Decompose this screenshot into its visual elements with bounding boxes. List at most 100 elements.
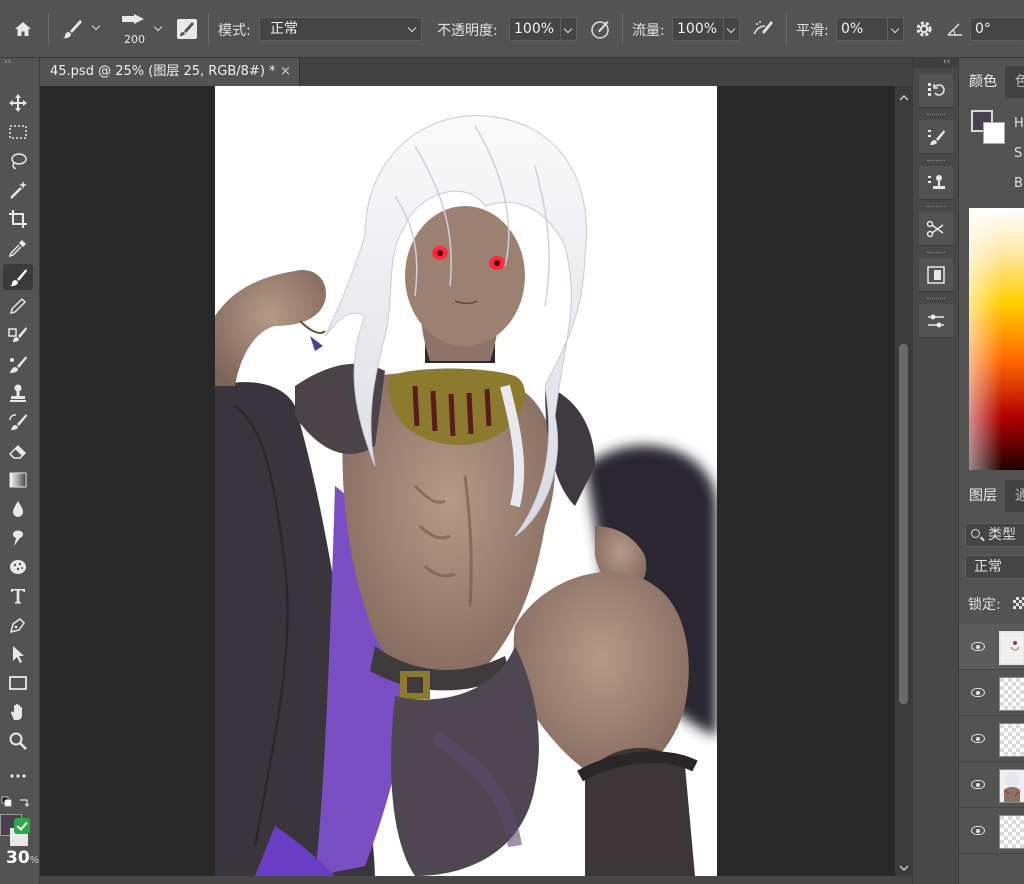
grip-divider [927,298,945,301]
tool-presets-panel-button[interactable] [919,212,953,246]
close-tab-button[interactable]: × [280,58,291,86]
eraser-tool[interactable] [3,438,33,464]
angle-input[interactable]: 0° [970,17,1024,41]
home-icon [15,22,31,36]
history-brush-tool[interactable] [3,409,33,435]
tab-swatches-label: 色 [1015,74,1024,90]
document-tab-title: 45.psd @ 25% (图层 25, RGB/8#) * [50,64,276,79]
artwork-illustration [215,86,717,876]
divider [786,14,787,44]
opacity-dropdown[interactable] [561,17,577,41]
layer-row[interactable] [959,624,1024,670]
default-colors-icon[interactable] [1,796,13,808]
layer-filter-select[interactable]: 类型 [965,523,1024,547]
flow-dropdown[interactable] [724,17,740,41]
brush-size-value: 200 [124,33,145,46]
flow-input[interactable]: 100% [672,17,724,41]
gear-icon [916,21,932,37]
layer-comps-panel-button[interactable] [919,258,953,292]
magic-wand-tool[interactable] [3,177,33,203]
layer-row[interactable] [959,716,1024,762]
vertical-scrollbar[interactable] [895,86,912,876]
rectangle-tool[interactable] [3,670,33,696]
opacity-input[interactable]: 100% [509,17,561,41]
tools-panel: ›› [0,58,40,884]
history-panel-button[interactable] [919,74,953,108]
swap-colors-icon[interactable] [18,796,30,808]
visibility-eye-icon[interactable] [971,734,985,743]
layer-blend-mode-value: 正常 [974,559,1002,575]
brush-size-picker[interactable]: 200 [118,10,164,48]
adjustments-panel-button[interactable] [919,304,953,338]
angle-icon-wrap [946,20,966,38]
airbrush-icon [753,21,773,35]
layer-row[interactable] [959,762,1024,808]
collapse-dock-button[interactable]: ‹‹ [913,58,959,68]
smudge-tool[interactable] [3,525,33,551]
path-selection-tool[interactable] [3,641,33,667]
sponge-tool[interactable] [3,554,33,580]
color-spectrum-picker[interactable] [969,208,1024,470]
move-tool[interactable] [3,90,33,116]
blur-tool[interactable] [3,496,33,522]
pressure-opacity-button[interactable] [589,17,613,41]
grip-divider [927,160,945,163]
gradient-tool[interactable] [3,467,33,493]
zoom-icon [9,732,27,750]
brush-tip-icon [122,14,144,24]
canvas-area[interactable] [40,86,895,876]
brush-settings-panel-button[interactable] [919,120,953,154]
marquee-tool[interactable] [3,119,33,145]
smoothing-settings-button[interactable] [914,18,936,40]
rectangle-icon [9,676,27,690]
layer-row[interactable] [959,670,1024,716]
brush-percent: 30% [6,848,39,868]
layer-thumbnail [999,677,1024,711]
layer-blend-mode-select[interactable]: 正常 [965,555,1024,579]
airbrush-button[interactable] [751,17,777,41]
visibility-eye-icon[interactable] [971,642,985,651]
brush-preset-picker[interactable] [60,17,104,41]
scroll-up-icon[interactable] [899,94,909,102]
background-color-swatch[interactable] [983,122,1005,144]
type-tool[interactable] [3,583,33,609]
pen-tool[interactable] [3,612,33,638]
type-icon [11,589,25,604]
panel-icon-dock: ‹‹ [912,58,959,884]
visibility-eye-icon[interactable] [971,688,985,697]
layer-thumbnail-art [1010,641,1020,651]
brush-tool[interactable] [3,264,33,290]
more-tools[interactable] [3,763,33,789]
pencil-tool[interactable] [3,293,33,319]
scroll-down-icon[interactable] [899,864,909,872]
smoothing-input[interactable]: 0% [836,17,888,41]
lasso-tool[interactable] [3,148,33,174]
tab-channels[interactable]: 通 [1005,480,1024,512]
hand-tool[interactable] [3,699,33,725]
clone-source-panel-button[interactable] [919,166,953,200]
zoom-tool[interactable] [3,728,33,754]
sliders-icon [928,314,944,328]
tab-color[interactable]: 颜色 [959,66,1005,98]
stamp-tool[interactable] [3,380,33,406]
percent-sign: % [29,855,40,866]
layer-thumbnail-art [1004,772,1020,802]
document-tab[interactable]: 45.psd @ 25% (图层 25, RGB/8#) * × [40,58,300,86]
lock-transparency-icon[interactable] [1013,597,1024,609]
tab-layers[interactable]: 图层 [959,480,1005,512]
collapse-toolbar-button[interactable]: ›› [0,58,40,68]
smoothing-dropdown[interactable] [888,17,904,41]
visibility-eye-icon[interactable] [971,780,985,789]
document-canvas[interactable] [215,86,717,876]
home-button[interactable] [12,17,38,41]
mode-select[interactable]: 正常 [259,17,422,41]
clone-stamp-tool[interactable] [3,322,33,348]
tab-swatches[interactable]: 色 [1005,66,1024,98]
layer-row[interactable] [959,808,1024,854]
scrollbar-thumb[interactable] [899,344,908,704]
crop-tool[interactable] [3,206,33,232]
eyedropper-tool[interactable] [3,235,33,261]
visibility-eye-icon[interactable] [971,826,985,835]
mixer-brush-tool[interactable] [3,351,33,377]
brush-settings-button[interactable] [176,18,198,40]
